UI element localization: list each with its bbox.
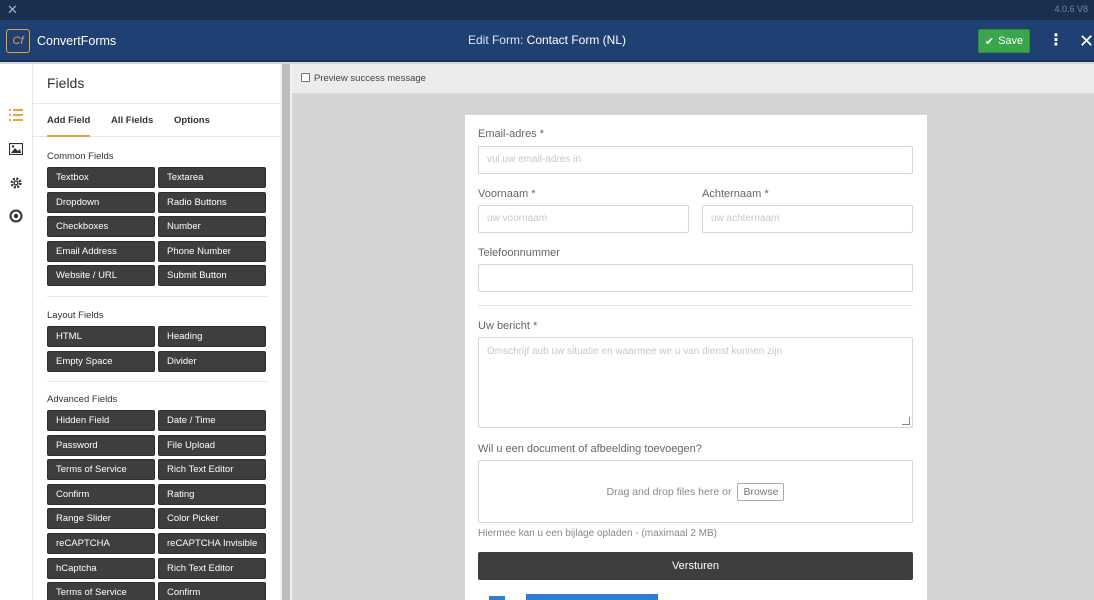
browse-button[interactable]: Browse <box>737 482 785 501</box>
add-field-button[interactable]: Confirm <box>158 582 266 600</box>
add-field-button[interactable]: Rich Text Editor <box>158 557 266 579</box>
add-field-button[interactable]: Range Slider <box>47 508 155 530</box>
file-dropzone[interactable]: Drag and drop files here or Browse <box>478 460 913 523</box>
version-label: 4.0.6 V8 <box>1054 4 1088 14</box>
circle-icon[interactable] <box>8 209 24 225</box>
brand-name: ConvertForms <box>37 34 117 48</box>
firstname-label: Voornaam * <box>478 188 536 200</box>
add-field-button[interactable]: Rating <box>158 483 266 505</box>
image-icon[interactable] <box>8 142 24 158</box>
check-icon: ✔ <box>984 35 995 48</box>
brand: Cf ConvertForms <box>6 28 116 54</box>
convertforms-logo-icon: Cf <box>6 29 30 53</box>
add-field-button[interactable]: File Upload <box>158 434 266 456</box>
phone-label: Telefoonnummer <box>478 247 560 259</box>
add-field-button[interactable]: Color Picker <box>158 508 266 530</box>
message-label: Uw bericht * <box>478 320 538 332</box>
gear-icon[interactable] <box>8 176 24 192</box>
add-field-button[interactable]: Confirm <box>47 483 155 505</box>
email-label: Email-adres * <box>478 128 545 140</box>
add-field-button[interactable]: hCaptcha <box>47 557 155 579</box>
form-preview: Email-adres * vul uw email-adres in Voor… <box>465 115 927 600</box>
divider <box>478 305 913 306</box>
add-field-button[interactable]: Date / Time <box>158 410 266 431</box>
submit-button[interactable]: Versturen <box>478 552 913 580</box>
add-field-button[interactable]: Dropdown <box>47 191 155 213</box>
add-field-button[interactable]: Radio Buttons <box>158 191 266 213</box>
phone-input[interactable] <box>478 264 913 292</box>
list-icon[interactable] <box>8 108 24 124</box>
page-title-prefix: Edit Form: <box>467 33 524 47</box>
save-button-label: Save <box>998 35 1024 47</box>
add-field-button[interactable]: Phone Number <box>158 240 266 262</box>
lastname-input[interactable]: uw achternaam <box>702 205 913 233</box>
fields-panel: Fields Add Field All Fields Options Comm… <box>33 64 280 600</box>
upload-label: Wil u een document of afbeelding toevoeg… <box>478 443 702 455</box>
panel-title: Fields <box>47 75 85 91</box>
section-title: Advanced Fields <box>47 394 118 405</box>
add-field-button[interactable]: Terms of Service <box>47 459 155 481</box>
canvas-toolbar: Preview success message <box>292 64 1094 94</box>
add-field-button[interactable]: Empty Space <box>47 350 155 372</box>
add-field-button[interactable]: Number <box>158 216 266 238</box>
add-field-button[interactable]: reCAPTCHA <box>47 533 155 554</box>
lastname-label: Achternaam * <box>702 188 769 200</box>
add-field-button[interactable]: Email Address <box>47 240 155 262</box>
preview-success-label: Preview success message <box>314 73 426 84</box>
add-field-button[interactable]: HTML <box>47 326 155 347</box>
more-options-icon[interactable]: ⋮ <box>1048 31 1064 51</box>
form-canvas: Preview success message Email-adres * vu… <box>292 64 1094 600</box>
page-title: Edit Form: Contact Form (NL) <box>0 33 1094 47</box>
message-placeholder: Omschrijf aub uw situatie en waarmee we … <box>487 346 783 357</box>
add-field-button[interactable]: Checkboxes <box>47 216 155 238</box>
save-button[interactable]: ✔ Save <box>978 29 1030 53</box>
add-field-button[interactable]: Divider <box>158 350 266 372</box>
joomla-top-bar: ✕ 4.0.6 V8 <box>0 0 1094 20</box>
add-field-button[interactable]: Password <box>47 434 155 456</box>
partial-blue-element <box>526 594 658 600</box>
add-field-button[interactable]: Rich Text Editor <box>158 459 266 481</box>
add-field-button[interactable]: Submit Button <box>158 265 266 287</box>
scrollbar-thumb[interactable] <box>282 64 290 600</box>
form-name: Contact Form (NL) <box>526 33 627 47</box>
section-divider <box>47 296 267 297</box>
panel-tabs: Add Field All Fields Options <box>33 103 280 137</box>
section-divider <box>47 381 267 383</box>
section-title: Layout Fields <box>47 310 104 321</box>
section-title: Common Fields <box>47 151 114 162</box>
icon-rail <box>0 64 33 600</box>
panel-scrollbar[interactable] <box>280 64 292 600</box>
dropzone-text: Drag and drop files here or <box>606 485 732 498</box>
tab-all-fields[interactable]: All Fields <box>111 104 153 137</box>
upload-help-text: Hiermee kan u een bijlage opladen - (max… <box>478 528 718 539</box>
partial-icon <box>489 596 505 600</box>
firstname-input[interactable]: uw voornaam <box>478 205 689 233</box>
add-field-button[interactable]: Heading <box>158 326 266 347</box>
add-field-button[interactable]: reCAPTCHA Invisible <box>158 533 266 554</box>
close-icon[interactable]: ✕ <box>1079 30 1094 52</box>
joomla-logo-icon[interactable]: ✕ <box>5 2 20 17</box>
add-field-button[interactable]: Hidden Field <box>47 410 155 431</box>
add-field-button[interactable]: Website / URL <box>47 265 155 287</box>
add-field-button[interactable]: Textarea <box>158 167 266 188</box>
resize-handle-icon[interactable] <box>902 417 910 425</box>
tab-options[interactable]: Options <box>174 104 210 137</box>
add-field-button[interactable]: Textbox <box>47 167 155 188</box>
add-field-button[interactable]: Terms of Service <box>47 582 155 600</box>
preview-success-checkbox[interactable] <box>301 73 310 82</box>
message-textarea[interactable]: Omschrijf aub uw situatie en waarmee we … <box>478 337 913 428</box>
app-header: Cf ConvertForms Edit Form: Contact Form … <box>0 20 1094 62</box>
email-input[interactable]: vul uw email-adres in <box>478 146 913 174</box>
tab-add-field[interactable]: Add Field <box>47 104 91 137</box>
